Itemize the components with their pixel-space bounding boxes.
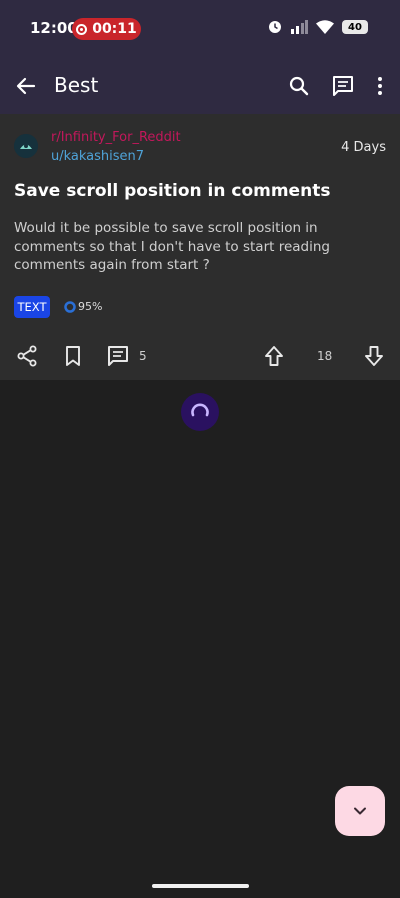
subreddit-link[interactable]: r/Infinity_For_Reddit (51, 130, 181, 145)
record-icon (76, 23, 88, 35)
subreddit-avatar[interactable] (14, 134, 38, 158)
upvote-ratio-icon (64, 300, 76, 313)
battery-level: 40 (348, 21, 362, 33)
comments-icon[interactable] (106, 344, 130, 368)
search-icon[interactable] (287, 74, 311, 98)
status-icons: 40 (268, 20, 368, 34)
recording-time: 00:11 (92, 21, 137, 37)
upvote-ratio: 95% (64, 300, 102, 313)
status-bar: 12:00 00:11 40 (0, 0, 400, 58)
post-title: Save scroll position in comments (14, 181, 331, 201)
wifi-icon (316, 20, 334, 34)
signal-icon (291, 20, 308, 34)
post-type-badge[interactable]: TEXT (14, 296, 50, 318)
comment-count: 5 (139, 349, 147, 363)
bookmark-icon[interactable] (62, 345, 84, 367)
post-body: Would it be possible to save scroll posi… (14, 220, 330, 273)
scroll-down-fab[interactable] (335, 786, 385, 836)
share-icon[interactable] (16, 345, 38, 367)
alarm-icon (269, 21, 281, 33)
loading-spinner (181, 393, 219, 431)
chevron-down-icon (354, 807, 366, 815)
screen-recording-pill[interactable]: 00:11 (72, 18, 141, 40)
upvote-arrow-icon[interactable] (262, 344, 286, 368)
post-card[interactable]: r/Infinity_For_Reddit u/kakashisen7 4 Da… (0, 114, 400, 380)
author-link[interactable]: u/kakashisen7 (51, 149, 144, 164)
app-bar: Best (0, 58, 400, 114)
post-time: 4 Days (341, 140, 386, 155)
comment-icon[interactable] (331, 74, 355, 98)
more-vert-icon[interactable] (368, 74, 392, 98)
home-indicator[interactable] (152, 884, 249, 888)
post-score: 18 (317, 349, 333, 363)
battery-icon: 40 (342, 20, 368, 34)
back-arrow-icon[interactable] (14, 74, 38, 98)
loading-arc-icon (191, 403, 209, 417)
status-time: 12:00 (30, 19, 78, 37)
page-title: Best (54, 73, 99, 97)
downvote-arrow-icon[interactable] (362, 344, 386, 368)
upvote-ratio-value: 95% (78, 300, 103, 313)
subreddit-logo-icon (14, 134, 38, 158)
